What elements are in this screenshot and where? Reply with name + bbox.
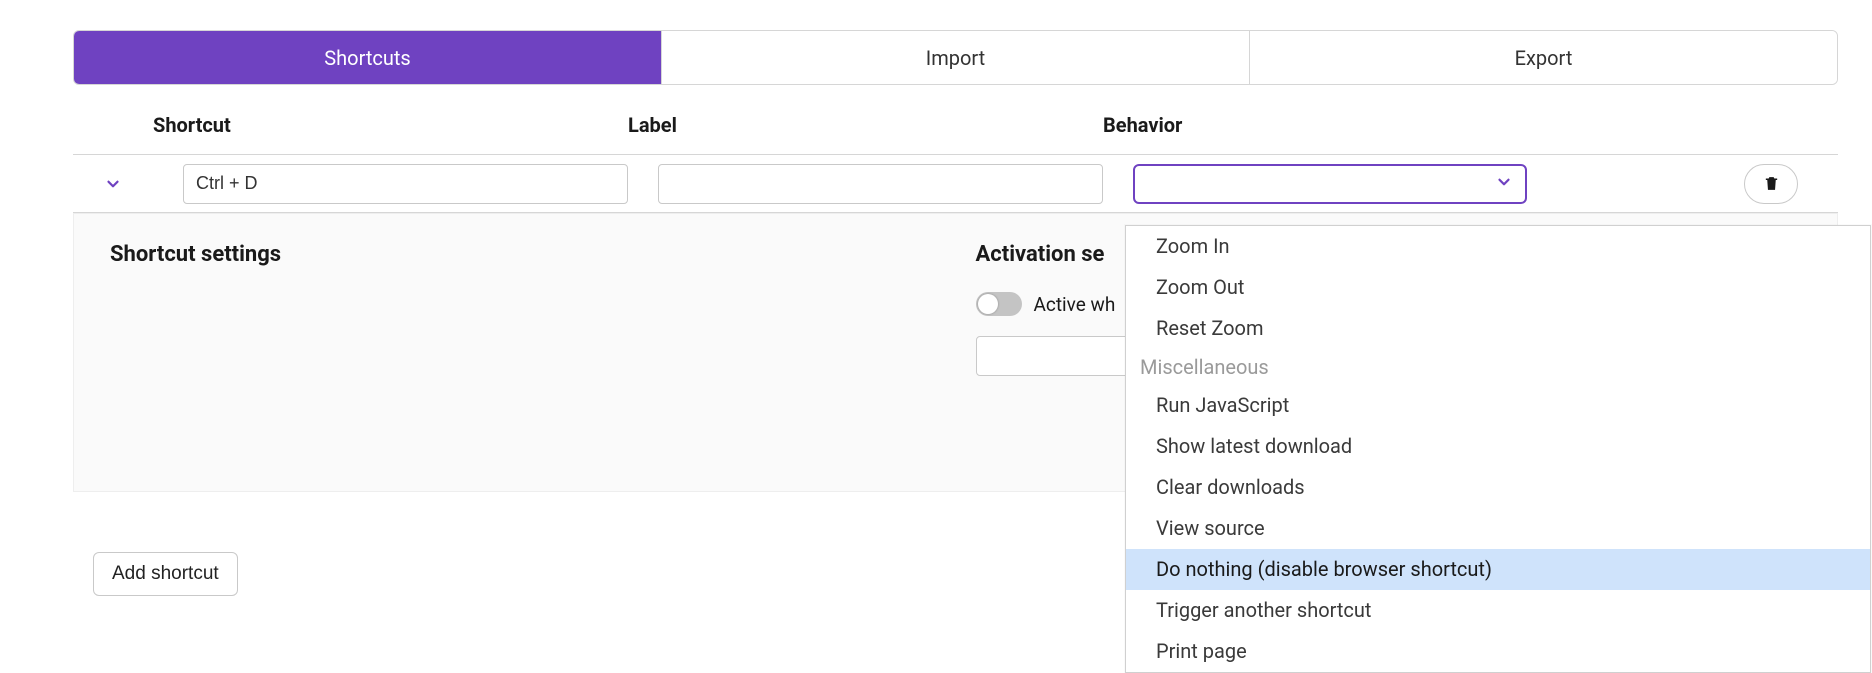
label-input[interactable]	[658, 164, 1103, 204]
tab-bar: Shortcuts Import Export	[73, 30, 1838, 85]
tab-export[interactable]: Export	[1250, 31, 1837, 84]
dropdown-item[interactable]: Print page	[1126, 631, 1870, 672]
dropdown-item[interactable]: Reset Zoom	[1126, 308, 1870, 349]
dropdown-item[interactable]: Trigger another shortcut	[1126, 590, 1870, 631]
dropdown-item[interactable]: Run JavaScript	[1126, 385, 1870, 426]
dropdown-group-label: Miscellaneous	[1126, 349, 1870, 385]
shortcut-input[interactable]	[183, 164, 628, 204]
dropdown-item[interactable]: View source	[1126, 508, 1870, 549]
add-shortcut-button[interactable]: Add shortcut	[93, 552, 238, 596]
active-toggle[interactable]	[976, 292, 1022, 316]
toggle-knob	[978, 294, 998, 314]
expand-toggle[interactable]	[73, 175, 153, 193]
tab-import[interactable]: Import	[662, 31, 1250, 84]
behavior-select[interactable]	[1133, 164, 1527, 204]
header-label: Label	[628, 113, 1073, 137]
trash-icon	[1763, 175, 1780, 192]
dropdown-item[interactable]: Zoom In	[1126, 226, 1870, 267]
dropdown-item[interactable]: Clear downloads	[1126, 467, 1870, 508]
tab-shortcuts[interactable]: Shortcuts	[74, 31, 662, 84]
behavior-dropdown: Zoom InZoom OutReset ZoomMiscellaneousRu…	[1125, 225, 1871, 673]
column-headers: Shortcut Label Behavior	[73, 95, 1838, 155]
chevron-down-icon	[1495, 173, 1513, 195]
shortcut-settings-col: Shortcut settings	[110, 242, 936, 376]
chevron-down-icon	[104, 175, 122, 193]
shortcut-settings-title: Shortcut settings	[110, 242, 936, 267]
shortcut-row	[73, 155, 1838, 213]
delete-button[interactable]	[1744, 164, 1798, 204]
header-shortcut: Shortcut	[153, 113, 598, 137]
dropdown-item[interactable]: Do nothing (disable browser shortcut)	[1126, 549, 1870, 590]
dropdown-item[interactable]: Show latest download	[1126, 426, 1870, 467]
dropdown-item[interactable]: Zoom Out	[1126, 267, 1870, 308]
active-toggle-label: Active wh	[1034, 293, 1116, 316]
header-behavior: Behavior	[1103, 113, 1838, 137]
